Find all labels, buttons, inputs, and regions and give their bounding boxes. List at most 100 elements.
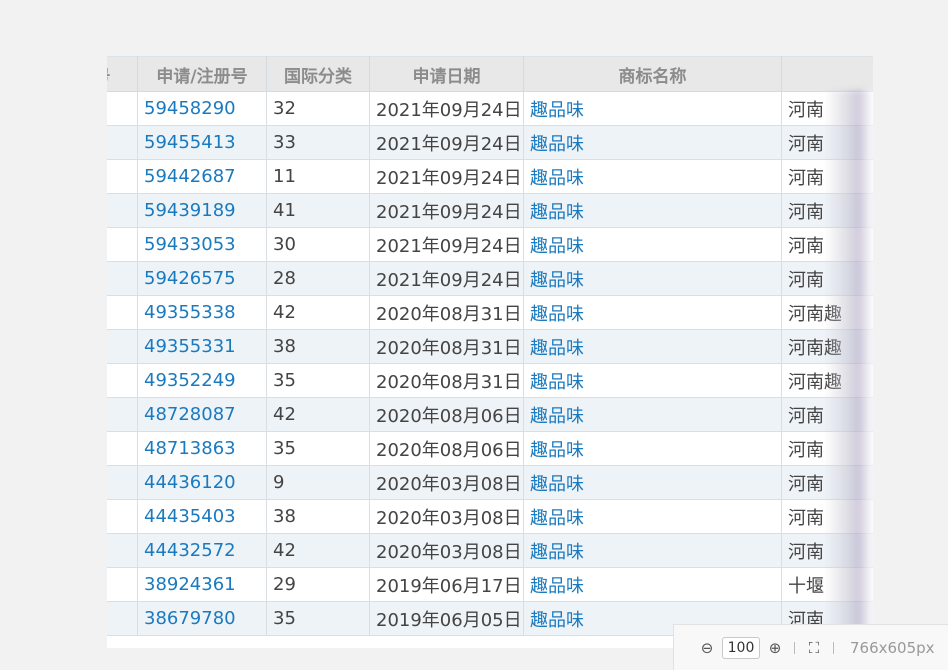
reg-number-cell: 59426575 [137, 261, 267, 296]
serial-cell [107, 601, 138, 636]
reg-number-link[interactable]: 59455413 [144, 132, 236, 153]
reg-number-link[interactable]: 48728087 [144, 404, 236, 425]
zoom-out-icon[interactable]: ⊖ [698, 639, 716, 657]
table-row: 48713863 35 2020年08月06日 趣品味 河南 [107, 431, 873, 466]
reg-number-link[interactable]: 49355338 [144, 302, 236, 323]
reg-number-cell: 44436120 [137, 465, 267, 500]
reg-number-link[interactable]: 38924361 [144, 574, 236, 595]
trademark-table: 号 申请/注册号 国际分类 申请日期 商标名称 59458290322021年0… [107, 56, 873, 636]
reg-number-cell: 48713863 [137, 431, 267, 466]
class-cell: 35 [266, 363, 370, 398]
trademark-name-link[interactable]: 趣品味 [530, 100, 584, 121]
trademark-name-link[interactable]: 趣品味 [530, 372, 584, 393]
trademark-name-link[interactable]: 趣品味 [530, 406, 584, 427]
reg-number-link[interactable]: 49352249 [144, 370, 236, 391]
trademark-name-link[interactable]: 趣品味 [530, 338, 584, 359]
reg-number-cell: 59433053 [137, 227, 267, 262]
reg-number-link[interactable]: 49355331 [144, 336, 236, 357]
date-cell: 2021年09月24日 [369, 193, 524, 228]
trademark-name-link[interactable]: 趣品味 [530, 270, 584, 291]
trademark-name-cell: 趣品味 [523, 499, 782, 534]
trademark-name-link[interactable]: 趣品味 [530, 610, 584, 631]
date-cell: 2019年06月17日 [369, 567, 524, 602]
trademark-name-link[interactable]: 趣品味 [530, 202, 584, 223]
table-row: 44436120 9 2020年03月08日 趣品味 河南 [107, 465, 873, 500]
date-cell: 2020年03月08日 [369, 499, 524, 534]
fit-screen-icon[interactable]: ⛶ [805, 639, 823, 657]
reg-number-link[interactable]: 59426575 [144, 268, 236, 289]
reg-number-cell: 59439189 [137, 193, 267, 228]
date-cell: 2020年08月31日 [369, 329, 524, 364]
trademark-name-cell: 趣品味 [523, 91, 782, 126]
reg-number-cell: 49352249 [137, 363, 267, 398]
reg-number-cell: 44432572 [137, 533, 267, 568]
reg-number-link[interactable]: 44435403 [144, 506, 236, 527]
reg-number-cell: 49355338 [137, 295, 267, 330]
class-cell: 9 [266, 465, 370, 500]
date-cell: 2021年09月24日 [369, 159, 524, 194]
serial-cell [107, 499, 138, 534]
header-trademark-name[interactable]: 商标名称 [523, 56, 782, 92]
date-cell: 2021年09月24日 [369, 91, 524, 126]
class-cell: 41 [266, 193, 370, 228]
trademark-name-cell: 趣品味 [523, 329, 782, 364]
reg-number-link[interactable]: 44432572 [144, 540, 236, 561]
class-cell: 11 [266, 159, 370, 194]
reg-number-cell: 59458290 [137, 91, 267, 126]
serial-cell [107, 329, 138, 364]
class-cell: 38 [266, 499, 370, 534]
date-cell: 2020年08月06日 [369, 431, 524, 466]
class-cell: 29 [266, 567, 370, 602]
divider [833, 641, 834, 654]
trademark-name-link[interactable]: 趣品味 [530, 304, 584, 325]
divider [794, 641, 795, 654]
header-reg-number[interactable]: 申请/注册号 [137, 56, 267, 92]
header-class[interactable]: 国际分类 [266, 56, 370, 92]
trademark-name-link[interactable]: 趣品味 [530, 134, 584, 155]
class-cell: 32 [266, 91, 370, 126]
table-row: 59455413 33 2021年09月24日 趣品味 河南 [107, 125, 873, 160]
reg-number-link[interactable]: 44436120 [144, 472, 236, 493]
reg-number-cell: 44435403 [137, 499, 267, 534]
trademark-name-cell: 趣品味 [523, 159, 782, 194]
table-viewport: 号 申请/注册号 国际分类 申请日期 商标名称 59458290322021年0… [107, 56, 873, 648]
class-cell: 30 [266, 227, 370, 262]
header-applicant[interactable] [781, 56, 873, 92]
table-row: 59426575 28 2021年09月24日 趣品味 河南 [107, 261, 873, 296]
class-cell: 35 [266, 431, 370, 466]
serial-cell [107, 295, 138, 330]
class-cell: 42 [266, 533, 370, 568]
serial-cell [107, 397, 138, 432]
reg-number-link[interactable]: 48713863 [144, 438, 236, 459]
reg-number-link[interactable]: 59439189 [144, 200, 236, 221]
trademark-name-link[interactable]: 趣品味 [530, 168, 584, 189]
serial-cell [107, 227, 138, 262]
trademark-name-cell: 趣品味 [523, 431, 782, 466]
reg-number-link[interactable]: 59442687 [144, 166, 236, 187]
trademark-name-cell: 趣品味 [523, 227, 782, 262]
zoom-in-icon[interactable]: ⊕ [766, 639, 784, 657]
trademark-name-link[interactable]: 趣品味 [530, 576, 584, 597]
reg-number-link[interactable]: 38679780 [144, 608, 236, 629]
reg-number-link[interactable]: 59433053 [144, 234, 236, 255]
trademark-name-link[interactable]: 趣品味 [530, 508, 584, 529]
class-cell: 33 [266, 125, 370, 160]
serial-cell [107, 567, 138, 602]
date-cell: 2021年09月24日 [369, 261, 524, 296]
trademark-name-link[interactable]: 趣品味 [530, 474, 584, 495]
trademark-name-cell: 趣品味 [523, 533, 782, 568]
table-header-row: 号 申请/注册号 国际分类 申请日期 商标名称 [107, 56, 873, 92]
reg-number-link[interactable]: 59458290 [144, 98, 236, 119]
zoom-input[interactable]: 100 [722, 636, 760, 659]
trademark-name-cell: 趣品味 [523, 261, 782, 296]
reg-number-cell: 48728087 [137, 397, 267, 432]
header-date[interactable]: 申请日期 [369, 56, 524, 92]
class-cell: 38 [266, 329, 370, 364]
header-serial[interactable]: 号 [107, 56, 138, 92]
trademark-name-link[interactable]: 趣品味 [530, 542, 584, 563]
trademark-name-link[interactable]: 趣品味 [530, 236, 584, 257]
trademark-name-cell: 趣品味 [523, 125, 782, 160]
trademark-name-link[interactable]: 趣品味 [530, 440, 584, 461]
table-row: 59458290 32 2021年09月24日 趣品味 河南 [107, 91, 873, 126]
table-row: 49355338 42 2020年08月31日 趣品味 河南趣 [107, 295, 873, 330]
